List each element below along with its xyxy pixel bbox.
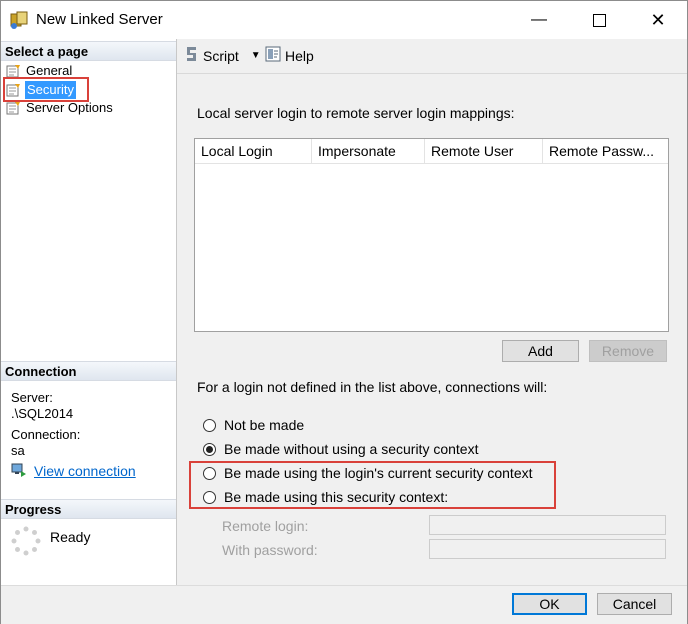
view-connection-link[interactable]: View connection: [34, 463, 136, 479]
page-item-label: Server Options: [26, 100, 113, 115]
remote-login-label: Remote login:: [222, 518, 309, 534]
progress-spinner-icon: [11, 526, 41, 559]
minimize-icon: —: [531, 11, 547, 28]
maximize-icon: [592, 13, 606, 27]
context-options-highlight-box: [189, 461, 556, 509]
radio-label-not-be-made[interactable]: Not be made: [224, 417, 304, 433]
window-title: New Linked Server: [36, 11, 163, 28]
server-value: .\SQL2014: [11, 406, 74, 421]
linked-server-app-icon: [9, 10, 29, 30]
toolbar: Script ▼ Help: [177, 39, 687, 74]
grid-header-row: Local Login Impersonate Remote User Remo…: [195, 139, 668, 164]
help-label: Help: [285, 48, 314, 64]
with-password-input[interactable]: [429, 539, 666, 559]
script-label: Script: [203, 48, 239, 64]
minimize-button[interactable]: —: [516, 1, 562, 39]
with-password-label: With password:: [222, 542, 318, 558]
add-button[interactable]: Add: [502, 340, 579, 362]
maximize-button[interactable]: [576, 1, 622, 39]
column-header[interactable]: Remote User: [425, 139, 543, 163]
connections-label: For a login not defined in the list abov…: [197, 379, 548, 395]
page-icon: [6, 64, 22, 78]
column-header[interactable]: Remote Passw...: [543, 139, 668, 163]
connection-header: Connection: [1, 361, 176, 381]
title-bar: New Linked Server — ✕: [1, 1, 687, 39]
radio-label-without-security-context[interactable]: Be made without using a security context: [224, 441, 478, 457]
help-button[interactable]: Help: [265, 46, 314, 66]
server-label: Server:: [11, 390, 53, 405]
help-icon: [265, 46, 281, 66]
connection-value: sa: [11, 443, 25, 458]
login-mappings-grid[interactable]: Local Login Impersonate Remote User Remo…: [194, 138, 669, 332]
close-icon: ✕: [650, 9, 666, 30]
ok-button[interactable]: OK: [512, 593, 587, 615]
view-connection-icon: [11, 462, 27, 481]
connection-label: Connection:: [11, 427, 81, 442]
script-icon: [184, 46, 199, 66]
close-button[interactable]: ✕: [635, 1, 681, 39]
mappings-label: Local server login to remote server logi…: [197, 105, 515, 121]
column-header[interactable]: Impersonate: [312, 139, 425, 163]
radio-not-be-made[interactable]: [203, 419, 216, 432]
select-page-header: Select a page: [1, 41, 176, 61]
chevron-down-icon: ▼: [250, 50, 261, 61]
remove-button[interactable]: Remove: [589, 340, 667, 362]
remote-login-input[interactable]: [429, 515, 666, 535]
script-button[interactable]: Script ▼: [184, 47, 261, 65]
radio-without-security-context[interactable]: [203, 443, 216, 456]
column-header[interactable]: Local Login: [195, 139, 312, 163]
left-pane: Select a page General Security Server Op…: [1, 39, 177, 585]
progress-header: Progress: [1, 499, 176, 519]
progress-status: Ready: [50, 529, 91, 545]
cancel-button[interactable]: Cancel: [597, 593, 672, 615]
page-icon: [6, 101, 22, 115]
dialog-window: New Linked Server — ✕ Select a page Gene…: [0, 0, 688, 624]
